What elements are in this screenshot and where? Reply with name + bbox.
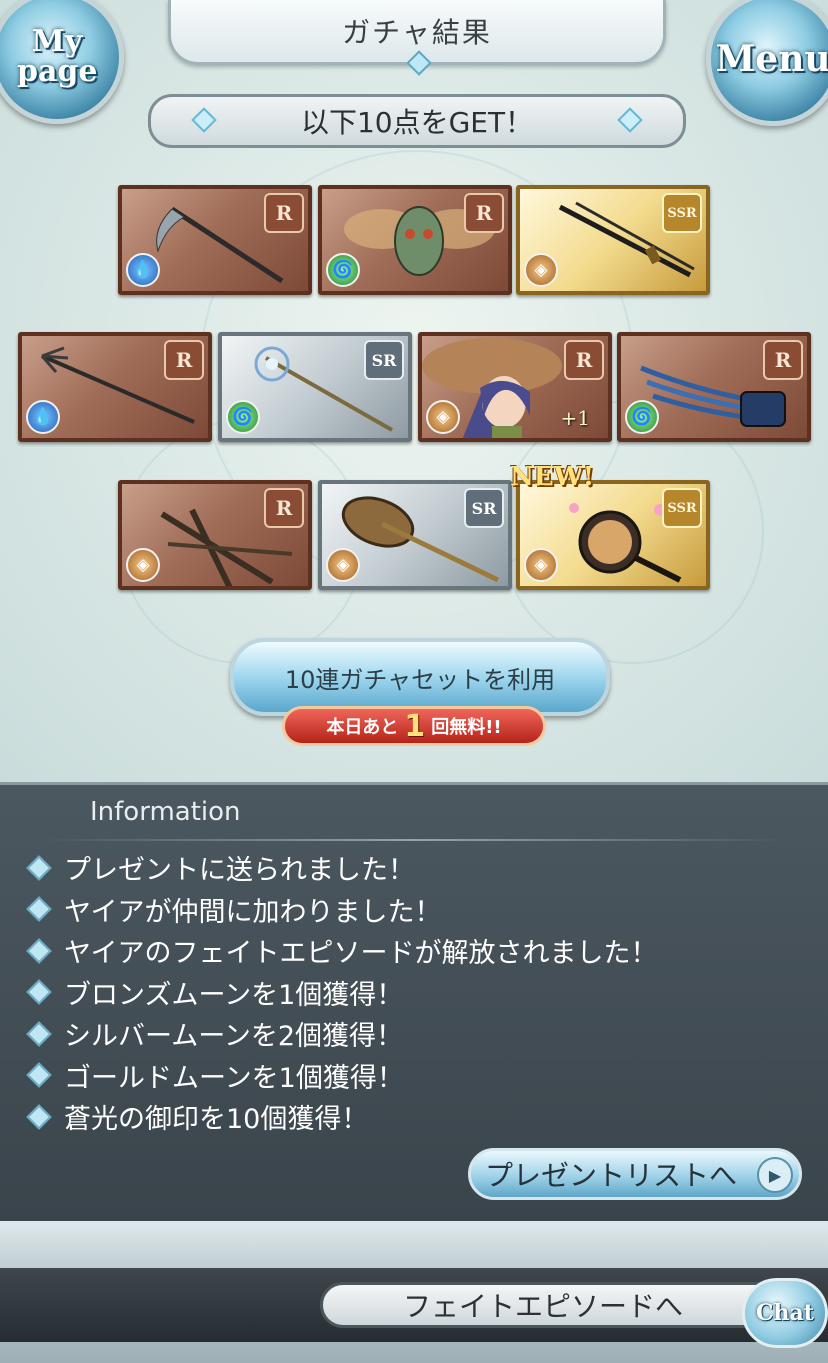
list-item: シルバームーンを2個獲得！ [24,1013,657,1055]
list-item: ゴールドムーンを1個獲得！ [24,1055,657,1097]
free-count: 1 [404,708,426,744]
chat-label: Chat [756,1300,814,1326]
result-card-character-yaia[interactable]: R ◈ +1 [418,332,612,442]
mypage-button[interactable]: My page [0,0,124,124]
present-list-button[interactable]: プレゼントリストへ ▶ [468,1148,802,1200]
list-item: ヤイアのフェイトエピソードが解放されました！ [24,930,657,972]
crystal-bullet-icon [26,1021,52,1047]
result-card-great-axe[interactable]: SR ◈ [318,480,512,590]
free-draw-badge: 本日あと 1 回無料!! [282,706,546,746]
rarity-badge: SR [364,340,404,380]
menu-button[interactable]: Menu [706,0,828,126]
information-list: プレゼントに送られました！ ヤイアが仲間に加わりました！ ヤイアのフェイトエピソ… [24,847,657,1138]
fate-episode-label: フェイトエピソードへ [402,1290,683,1323]
fate-episode-button[interactable]: フェイトエピソードへ [320,1282,790,1328]
crystal-bullet-icon [26,1062,52,1088]
list-item-text: ゴールドムーンを1個獲得！ [64,1062,404,1094]
result-card-insect-mask[interactable]: R 🌀 [318,185,512,295]
rarity-badge: R [464,193,504,233]
rarity-badge: R [264,193,304,233]
result-card-katana[interactable]: SSR ◈ [516,185,710,295]
rarity-badge: R [763,340,803,380]
gacha-result-screen: ガチャ結果 My page Menu 以下10点をGET！ R 💧 R 🌀 SS… [0,0,828,782]
wind-element-icon: 🌀 [625,400,659,434]
menu-label: Menu [715,38,828,80]
new-badge: NEW! [510,462,595,492]
present-list-label: プレゼントリストへ [485,1159,738,1192]
result-card-claws[interactable]: R 🌀 [617,332,811,442]
result-card-staff[interactable]: SR 🌀 [218,332,412,442]
rarity-badge: SSR [662,488,702,528]
ten-draw-gacha-button[interactable]: 10連ガチャセットを利用 [230,638,610,716]
water-element-icon: 💧 [126,253,160,287]
play-arrow-icon: ▶ [757,1157,793,1193]
crystal-icon [617,107,643,133]
page-title-bar: ガチャ結果 [168,0,666,76]
earth-element-icon: ◈ [524,253,558,287]
list-item-text: プレゼントに送られました！ [64,855,415,887]
information-title: Information [90,797,241,827]
result-card-trident[interactable]: R 💧 [18,332,212,442]
result-card-crossed-sticks[interactable]: R ◈ [118,480,312,590]
list-item-text: ヤイアのフェイトエピソードが解放されました！ [64,938,658,970]
crystal-bullet-icon [26,979,52,1005]
get-banner: 以下10点をGET！ [148,94,686,148]
water-element-icon: 💧 [26,400,60,434]
get-banner-text: 以下10点をGET！ [300,106,534,139]
rarity-badge: SR [464,488,504,528]
earth-element-icon: ◈ [426,400,460,434]
page-title: ガチャ結果 [342,16,492,49]
free-prefix: 本日あと [326,717,399,738]
wind-element-icon: 🌀 [226,400,260,434]
list-item: ブロンズムーンを1個獲得！ [24,972,657,1014]
mypage-label: My page [17,24,98,89]
free-suffix: 回無料!! [431,717,502,738]
earth-element-icon: ◈ [126,548,160,582]
crystal-bullet-icon [26,896,52,922]
list-item-text: ブロンズムーンを1個獲得！ [64,979,404,1011]
rarity-badge: R [564,340,604,380]
list-item: プレゼントに送られました！ [24,847,657,889]
list-item-text: 蒼光の御印を10個獲得！ [64,1104,369,1136]
result-card-scythe[interactable]: R 💧 [118,185,312,295]
crystal-icon [406,50,432,76]
rarity-badge: SSR [662,193,702,233]
earth-element-icon: ◈ [326,548,360,582]
duplicate-count: +1 [560,406,590,430]
crystal-bullet-icon [26,855,52,881]
divider [40,839,788,841]
wind-element-icon: 🌀 [326,253,360,287]
rarity-badge: R [164,340,204,380]
crystal-icon [191,107,217,133]
list-item-text: シルバームーンを2個獲得！ [64,1021,404,1053]
result-card-frying-pan[interactable]: SSR ◈ [516,480,710,590]
list-item-text: ヤイアが仲間に加わりました！ [64,896,442,928]
ten-draw-gacha-label: 10連ガチャセットを利用 [284,665,556,694]
list-item: 蒼光の御印を10個獲得！ [24,1096,657,1138]
crystal-bullet-icon [26,1104,52,1130]
earth-element-icon: ◈ [524,548,558,582]
list-item: ヤイアが仲間に加わりました！ [24,889,657,931]
rarity-badge: R [264,488,304,528]
chat-button[interactable]: Chat [742,1278,828,1348]
crystal-bullet-icon [26,938,52,964]
